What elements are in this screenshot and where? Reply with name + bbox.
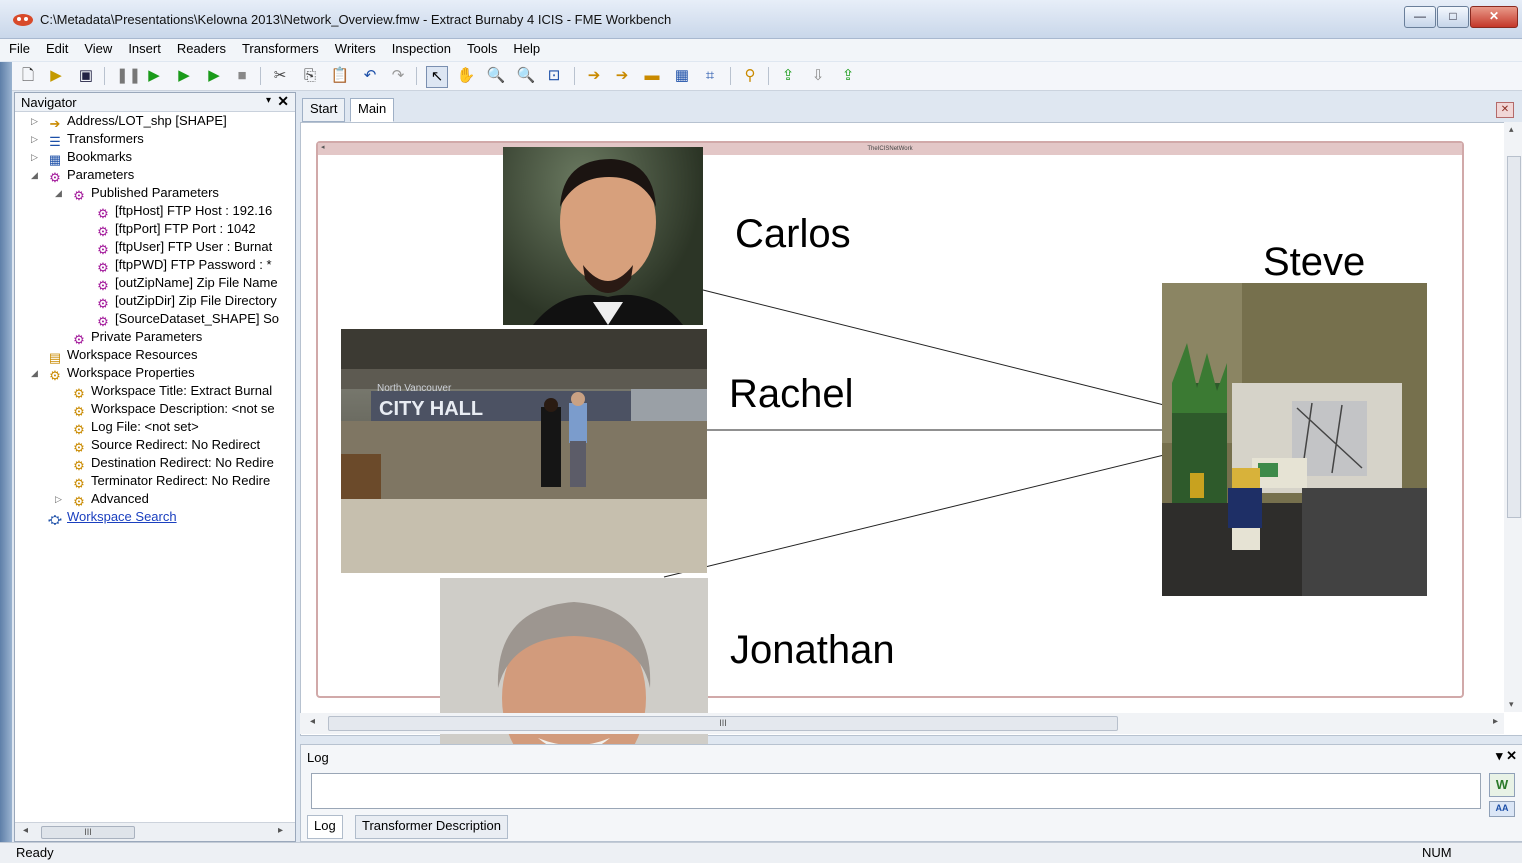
city-hall-photo: North Vancouver CITY HALL: [341, 329, 707, 573]
photo-carlos: [503, 147, 703, 325]
log-font-icon[interactable]: AA: [1489, 801, 1515, 817]
log-title: Log: [307, 750, 329, 765]
photo-rachel: North Vancouver CITY HALL: [341, 329, 707, 573]
log-panel: Log ▾ ✕ W AA Log Transformer Description: [300, 744, 1522, 842]
photo-steve: [1162, 283, 1427, 596]
label-carlos: Carlos: [735, 212, 851, 256]
tab-transformer-description[interactable]: Transformer Description: [355, 815, 508, 839]
label-steve: Steve: [1263, 240, 1366, 284]
north-van-text: North Vancouver: [377, 383, 452, 394]
status-num: NUM: [1422, 845, 1452, 860]
log-close-icon[interactable]: ▾ ✕: [1496, 748, 1517, 764]
log-output[interactable]: [311, 773, 1481, 809]
canvas-hscrollbar[interactable]: ◂ III ▸: [300, 713, 1504, 734]
city-hall-text: CITY HALL: [379, 398, 483, 420]
vscroll-thumb[interactable]: [1507, 156, 1521, 518]
scroll-down-icon[interactable]: ▾: [1509, 699, 1514, 710]
log-wrap-icon[interactable]: W: [1489, 773, 1515, 797]
hscroll-thumb[interactable]: III: [328, 716, 1118, 731]
label-rachel: Rachel: [729, 372, 854, 416]
line-jonathan-steve: [663, 454, 1165, 578]
canvas-vscrollbar[interactable]: ▴ ▾: [1504, 122, 1522, 712]
scroll-up-icon[interactable]: ▴: [1509, 124, 1514, 135]
lego-photo: [1162, 283, 1427, 596]
status-ready: Ready: [16, 845, 54, 860]
scroll-left-icon[interactable]: ◂: [310, 716, 315, 727]
label-jonathan: Jonathan: [730, 628, 895, 672]
scroll-right-icon[interactable]: ▸: [1493, 716, 1498, 727]
tab-log[interactable]: Log: [307, 815, 343, 839]
status-bar: Ready NUM: [0, 842, 1522, 863]
portrait-icon: [533, 159, 683, 325]
